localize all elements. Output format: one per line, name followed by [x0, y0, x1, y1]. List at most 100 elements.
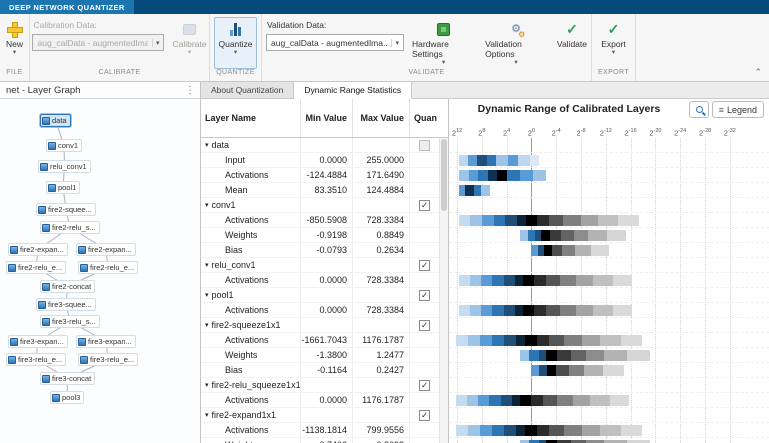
quantize-checkbox[interactable]: ✓: [419, 290, 430, 301]
calibration-data-dropdown[interactable]: aug_calData - augmentedIma... ▾: [32, 34, 164, 51]
calibrate-button[interactable]: Calibrate ▾: [168, 17, 210, 69]
table-scrollbar[interactable]: [439, 138, 448, 443]
layer-node-label: pool1: [58, 183, 76, 192]
collapse-toolstrip-icon[interactable]: ⌃: [754, 67, 762, 78]
quantize-checkbox[interactable]: ✓: [419, 320, 430, 331]
expand-triangle-icon[interactable]: ▾: [205, 378, 209, 392]
table-row-activations[interactable]: Activations-1138.1814799.9556: [201, 423, 439, 438]
expand-triangle-icon[interactable]: ▾: [205, 408, 209, 422]
layer-node-fire2-relu-e-[interactable]: fire2-relu_e...: [6, 261, 66, 274]
table-row-conv1[interactable]: ▾conv1✓: [201, 198, 439, 213]
table-row-fire2-expand1x1[interactable]: ▾fire2-expand1x1✓: [201, 408, 439, 423]
new-button[interactable]: New ▾: [2, 17, 27, 69]
panel-menu-icon[interactable]: ⋮: [185, 85, 195, 96]
layer-node-fire2-expan-[interactable]: fire2-expan...: [8, 243, 68, 256]
layer-node-label: fire2-expan...: [20, 245, 64, 254]
axis-tick-label: 2-4: [552, 128, 561, 138]
layer-type-icon: [10, 246, 18, 254]
layer-name: Activations: [225, 213, 269, 227]
layer-node-fire2-relu-s-[interactable]: fire2-relu_s...: [40, 221, 100, 234]
table-row-activations[interactable]: Activations0.00001176.1787: [201, 393, 439, 408]
layer-node-fire2-expan-[interactable]: fire2-expan...: [76, 243, 136, 256]
tab-dynamic-range-statistics[interactable]: Dynamic Range Statistics: [294, 82, 412, 99]
validation-data-dropdown[interactable]: aug_calData - augmentedIma... ▾: [266, 34, 404, 51]
axis-tick-label: 2-8: [576, 128, 585, 138]
layer-node-fire3-squee-[interactable]: fire3-squee...: [36, 298, 96, 311]
layer-node-label: fire3-expan...: [20, 337, 64, 346]
layer-type-icon: [38, 301, 46, 309]
section-quantize: Quantize ▾ QUANTIZE: [210, 14, 262, 81]
expand-triangle-icon[interactable]: ▾: [205, 198, 209, 212]
table-row-activations[interactable]: Activations-850.5908728.3384: [201, 213, 439, 228]
min-value: -1.3800: [301, 348, 353, 362]
table-row-input[interactable]: Input0.0000255.0000: [201, 153, 439, 168]
quantize-checkbox[interactable]: ✓: [419, 200, 430, 211]
quantize-button[interactable]: Quantize ▾: [214, 17, 256, 69]
hardware-settings-button[interactable]: Hardware Settings ▾: [408, 17, 479, 69]
quantize-checkbox[interactable]: [419, 140, 430, 151]
table-row-fire2-squeeze1x1[interactable]: ▾fire2-squeeze1x1✓: [201, 318, 439, 333]
table-row-weights[interactable]: Weights-1.38001.2477: [201, 348, 439, 363]
layer-graph-canvas[interactable]: data conv1 relu_conv1 pool1 fire2-squee... fi…: [0, 99, 200, 443]
table-row-activations[interactable]: Activations-1661.70431176.1787: [201, 333, 439, 348]
layer-node-fire2-relu-e-[interactable]: fire2-relu_e...: [78, 261, 138, 274]
chart-row: [449, 243, 769, 258]
layer-node-fire3-expan-[interactable]: fire3-expan...: [76, 335, 136, 348]
title-bar: DEEP NETWORK QUANTIZER: [0, 0, 769, 14]
quantize-checkbox[interactable]: ✓: [419, 260, 430, 271]
scrollbar-thumb[interactable]: [441, 139, 447, 211]
range-histogram-bar: [456, 425, 642, 436]
expand-triangle-icon[interactable]: ▾: [205, 138, 209, 152]
axis-tick-label: 2-12: [600, 128, 612, 138]
table-row-weights[interactable]: Weights-0.91980.8849: [201, 228, 439, 243]
max-value: [353, 318, 410, 332]
layer-node-pool3[interactable]: pool3: [50, 391, 84, 404]
layer-node-label: fire2-concat: [52, 282, 91, 291]
layer-node-fire3-expan-[interactable]: fire3-expan...: [8, 335, 68, 348]
table-row-pool1[interactable]: ▾pool1✓: [201, 288, 439, 303]
table-row-activations[interactable]: Activations0.0000728.3384: [201, 303, 439, 318]
zoom-in-button[interactable]: [689, 101, 709, 118]
table-row-activations[interactable]: Activations-124.4884171.6490: [201, 168, 439, 183]
min-value: 83.3510: [301, 183, 353, 197]
layer-node-fire3-relu-s-[interactable]: fire3-relu_s...: [40, 315, 100, 328]
tab-about-quantization[interactable]: About Quantization: [201, 82, 294, 98]
quantize-checkbox[interactable]: ✓: [419, 380, 430, 391]
magnifier-icon: [696, 106, 703, 113]
table-row-data[interactable]: ▾data: [201, 138, 439, 153]
quantize-checkbox[interactable]: ✓: [419, 410, 430, 421]
table-row-activations[interactable]: Activations0.0000728.3384: [201, 273, 439, 288]
layer-node-relu-conv1[interactable]: relu_conv1: [38, 160, 91, 173]
layer-node-pool1[interactable]: pool1: [46, 181, 80, 194]
table-row-bias[interactable]: Bias-0.11640.2427: [201, 363, 439, 378]
validate-button[interactable]: ✓ Validate: [553, 17, 591, 69]
table-row-relu-conv1[interactable]: ▾relu_conv1✓: [201, 258, 439, 273]
expand-triangle-icon[interactable]: ▾: [205, 288, 209, 302]
col-header-layer-name: Layer Name: [201, 99, 301, 137]
layer-node-fire2-concat[interactable]: fire2-concat: [40, 280, 95, 293]
layer-node-data[interactable]: data: [40, 114, 71, 127]
layer-node-label: pool3: [62, 393, 80, 402]
layer-node-fire3-concat[interactable]: fire3-concat: [40, 372, 95, 385]
layer-type-icon: [8, 264, 16, 272]
axis-tick-label: 212: [452, 128, 462, 138]
expand-triangle-icon[interactable]: ▾: [205, 318, 209, 332]
layer-node-fire3-relu-e-[interactable]: fire3-relu_e...: [6, 353, 66, 366]
layer-node-conv1[interactable]: conv1: [46, 139, 82, 152]
table-row-mean[interactable]: Mean83.3510124.4884: [201, 183, 439, 198]
min-value: -0.7406: [301, 438, 353, 443]
range-histogram-bar: [459, 185, 490, 196]
layer-node-fire2-squee-[interactable]: fire2-squee...: [36, 203, 96, 216]
expand-triangle-icon[interactable]: ▾: [205, 258, 209, 272]
legend-button[interactable]: ≡ Legend: [712, 101, 764, 118]
app-tab[interactable]: DEEP NETWORK QUANTIZER: [0, 0, 134, 14]
table-row-bias[interactable]: Bias-0.07930.2634: [201, 243, 439, 258]
layer-node-label: fire3-squee...: [48, 300, 92, 309]
table-row-weights[interactable]: Weights-0.74060.9098: [201, 438, 439, 443]
min-value: -0.1164: [301, 363, 353, 377]
layer-graph-header: net - Layer Graph ⋮: [0, 82, 200, 99]
layer-node-fire3-relu-e-[interactable]: fire3-relu_e...: [78, 353, 138, 366]
table-row-fire2-relu-squeeze1x1[interactable]: ▾fire2-relu_squeeze1x1✓: [201, 378, 439, 393]
export-button[interactable]: ✓ Export ▾: [597, 17, 630, 69]
validation-options-button[interactable]: ⚙⚙ Validation Options ▾: [481, 17, 551, 69]
